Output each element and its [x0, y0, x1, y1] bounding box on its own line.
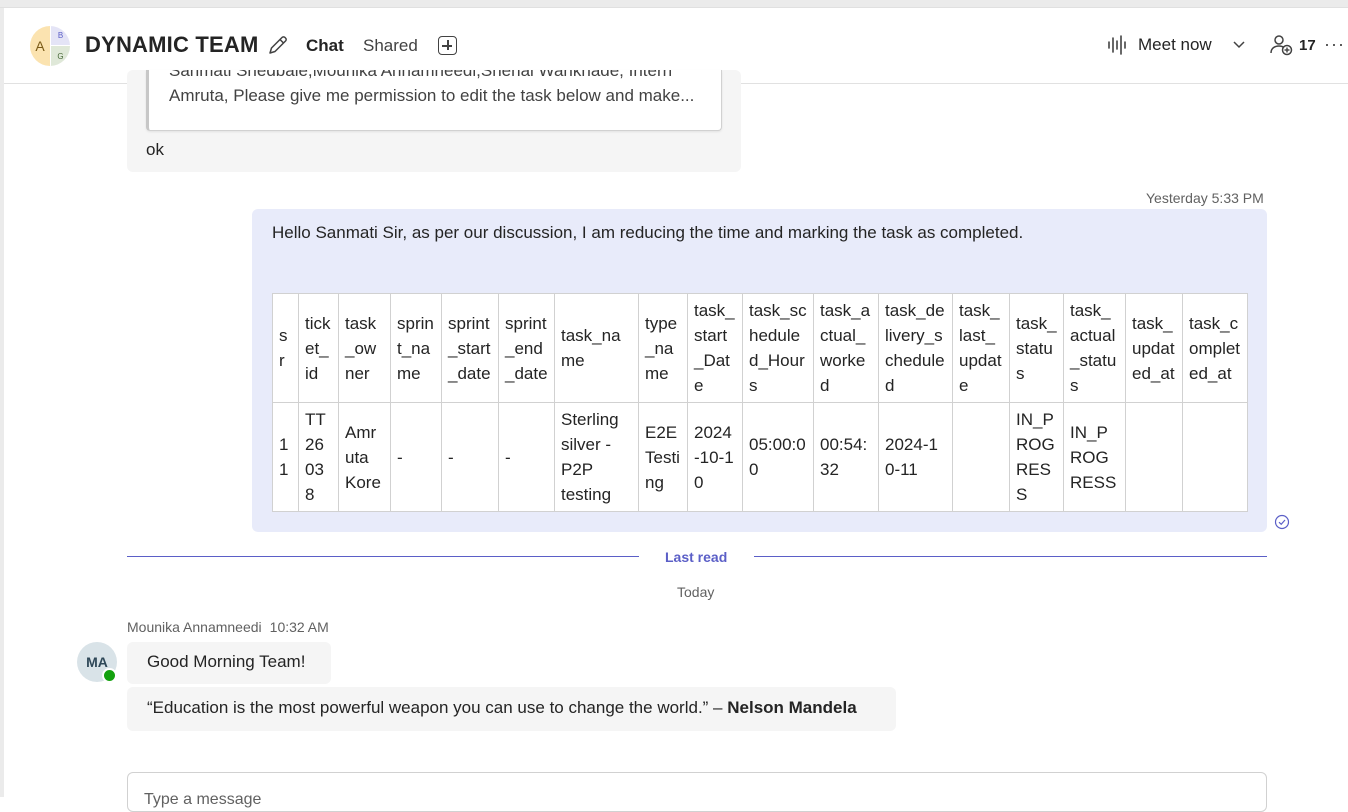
table-cell: 2024-10-11	[878, 402, 953, 512]
compose-box[interactable]: Type a message	[127, 772, 1267, 812]
header-cell: task_last_update	[952, 293, 1010, 403]
header-cell: sprint_end_date	[498, 293, 555, 403]
people-add-icon	[1270, 35, 1293, 56]
last-read-divider-left	[127, 556, 639, 557]
left-rail-edge	[0, 8, 4, 797]
table-cell	[1182, 402, 1248, 512]
header-cell: sprint_start_date	[441, 293, 499, 403]
tab-chat[interactable]: Chat	[306, 36, 344, 56]
chevron-down-icon[interactable]	[1232, 40, 1246, 50]
reply-text: ok	[146, 140, 164, 159]
header-cell: sprint_name	[390, 293, 442, 403]
quote-line-2: Amruta, Please give me permission to edi…	[169, 86, 695, 105]
group-avatar[interactable]: A B G	[30, 26, 70, 66]
header-cell: task_actual_worked	[813, 293, 879, 403]
edit-pencil-icon[interactable]	[267, 34, 289, 56]
header-cell: task_updated_at	[1125, 293, 1183, 403]
quote-line-1: Sanmati Shedbale,Mounika Annamneedi,Sheh…	[169, 70, 673, 80]
date-separator: Today	[677, 584, 715, 600]
task-table: sr ticket_id task_owner sprint_name spri…	[272, 293, 1248, 512]
table-cell	[1125, 402, 1183, 512]
table-cell: IN_PROGRESS	[1009, 402, 1064, 512]
avatar-letter-b: B	[50, 26, 70, 46]
participant-count: 17	[1299, 36, 1316, 54]
message-text: Hello Sanmati Sir, as per our discussion…	[272, 223, 1024, 242]
my-message-bubble[interactable]: Hello Sanmati Sir, as per our discussion…	[252, 209, 1267, 532]
table-cell	[952, 402, 1010, 512]
more-options-icon[interactable]: ···	[1324, 34, 1345, 55]
table-cell: Sterling silver - P2P testing	[554, 402, 639, 512]
header-cell: task_delivery_scheduled	[878, 293, 953, 403]
quoted-message-text: Sanmati Shedbale,Mounika Annamneedi,Sheh…	[169, 70, 714, 108]
quote-text: “Education is the most powerful weapon y…	[147, 698, 728, 717]
header-cell: task_owner	[338, 293, 391, 403]
table-cell: E2E Testing	[638, 402, 688, 512]
header-cell: task_completed_at	[1182, 293, 1248, 403]
presence-available-icon	[102, 668, 117, 683]
table-cell: -	[441, 402, 499, 512]
seen-check-icon	[1274, 514, 1290, 530]
window-top-strip	[0, 0, 1348, 8]
table-cell: IN_PROGRESS	[1063, 402, 1126, 512]
header-cell: task_actual_status	[1063, 293, 1126, 403]
participants-button[interactable]: 17	[1269, 34, 1316, 56]
compose-placeholder: Type a message	[144, 791, 262, 808]
tab-shared[interactable]: Shared	[363, 36, 418, 56]
add-tab-icon[interactable]	[438, 36, 457, 55]
table-cell: 00:54:32	[813, 402, 879, 512]
table-cell: Amruta Kore	[338, 402, 391, 512]
table-row: 11 TT26038 Amruta Kore - - - Sterling si…	[272, 402, 1248, 512]
header-cell: type_name	[638, 293, 688, 403]
header-cell: task_name	[554, 293, 639, 403]
quote-message: “Education is the most powerful weapon y…	[147, 698, 857, 718]
quoted-message-card[interactable]: Sanmati Shedbale,Mounika Annamneedi,Sheh…	[146, 70, 722, 131]
table-cell: 2024-10-10	[687, 402, 743, 512]
table-cell: -	[498, 402, 555, 512]
avatar-letter-g: G	[50, 46, 70, 66]
table-header-row: sr ticket_id task_owner sprint_name spri…	[272, 293, 1248, 403]
header-cell: ticket_id	[298, 293, 339, 403]
avatar-letter-a: A	[30, 26, 50, 66]
message-timestamp: Yesterday 5:33 PM	[1146, 190, 1264, 206]
message-bubble-greeting[interactable]: Good Morning Team!	[127, 642, 331, 684]
last-read-divider-right	[754, 556, 1267, 557]
sender-name[interactable]: Mounika Annamneedi	[127, 619, 262, 635]
last-read-label: Last read	[665, 549, 728, 565]
table-cell: 11	[272, 402, 299, 512]
team-name: DYNAMIC TEAM	[85, 32, 259, 57]
message-bubble-quote[interactable]: “Education is the most powerful weapon y…	[127, 687, 896, 731]
table-cell: TT26038	[298, 402, 339, 512]
table-cell: -	[390, 402, 442, 512]
header-cell: task_scheduled_Hours	[742, 293, 814, 403]
message-time: 10:32 AM	[269, 619, 329, 635]
table-cell: 05:00:00	[742, 402, 814, 512]
header-cell: task_start_Date	[687, 293, 743, 403]
meet-now-button[interactable]: Meet now	[1106, 34, 1212, 56]
audio-wave-icon	[1108, 35, 1126, 55]
meet-now-label: Meet now	[1138, 35, 1212, 54]
greeting-text: Good Morning Team!	[147, 652, 306, 671]
quote-author: Nelson Mandela	[727, 698, 857, 717]
message-sender: Mounika Annamneedi 10:32 AM	[127, 619, 329, 635]
header-cell: task_status	[1009, 293, 1064, 403]
header-cell: sr	[272, 293, 299, 403]
